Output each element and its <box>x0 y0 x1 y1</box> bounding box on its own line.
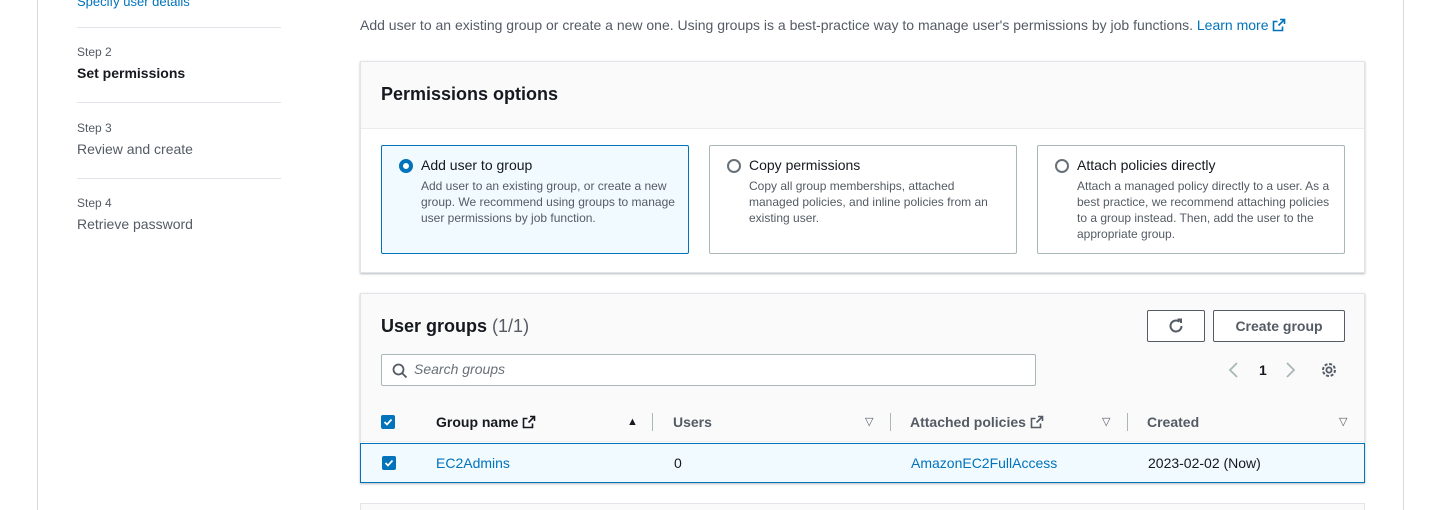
refresh-button[interactable] <box>1147 310 1205 342</box>
learn-more-label: Learn more <box>1196 17 1269 33</box>
column-separator[interactable] <box>890 413 891 431</box>
panel-header: Permissions options <box>361 62 1364 129</box>
table-header: Group name ▲ Users ▽ Attached policies ▽… <box>361 402 1364 442</box>
sort-ascending-icon[interactable]: ▲ <box>627 402 638 442</box>
option-description: Copy all group memberships, attached man… <box>749 179 988 225</box>
current-page[interactable]: 1 <box>1259 362 1267 378</box>
sort-icon[interactable]: ▽ <box>1339 402 1347 442</box>
intro-text: Add user to an existing group or create … <box>360 17 1193 33</box>
policy-link[interactable]: AmazonEC2FullAccess <box>911 444 1057 482</box>
refresh-icon <box>1169 318 1183 333</box>
column-separator[interactable] <box>1127 413 1128 431</box>
column-label: Attached policies <box>910 414 1026 430</box>
search-groups-field[interactable] <box>381 354 1036 386</box>
user-groups-panel: User groups (1/1) Create group 1 Group n… <box>360 293 1365 483</box>
learn-more-link[interactable]: Learn more <box>1197 17 1287 33</box>
next-panel-edge <box>360 503 1365 510</box>
step-divider <box>77 27 281 28</box>
step-number: Step 3 <box>77 121 112 135</box>
table-row[interactable]: EC2Admins 0 AmazonEC2FullAccess 2023-02-… <box>360 443 1365 483</box>
create-group-button[interactable]: Create group <box>1213 310 1345 342</box>
step-name: Retrieve password <box>77 216 193 232</box>
column-created[interactable]: Created <box>1147 402 1199 442</box>
column-attached-policies[interactable]: Attached policies <box>910 402 1044 442</box>
panel-title: User groups (1/1) <box>381 316 529 337</box>
external-link-icon <box>1273 18 1286 32</box>
page-frame-right <box>1403 0 1404 510</box>
step-divider <box>77 102 281 103</box>
checkbox-checked-icon <box>383 418 393 426</box>
step-number: Step 4 <box>77 196 112 210</box>
radio-selected-icon[interactable] <box>399 159 413 173</box>
select-all-checkbox[interactable] <box>381 415 395 429</box>
option-attach-policies-directly[interactable]: Attach policies directly Attach a manage… <box>1037 145 1345 254</box>
option-description: Attach a managed policy directly to a us… <box>1077 179 1330 241</box>
step-review-and-create[interactable]: Step 3 Review and create <box>77 121 281 157</box>
page-frame-left <box>37 0 38 510</box>
groups-title: User groups <box>381 316 488 336</box>
search-input[interactable] <box>414 361 1014 377</box>
pagination: 1 <box>1227 360 1297 380</box>
group-name-link[interactable]: EC2Admins <box>436 444 510 482</box>
step-1-link[interactable]: Specify user details <box>77 0 190 9</box>
settings-gear-icon[interactable] <box>1320 361 1338 379</box>
option-copy-permissions[interactable]: Copy permissions Copy all group membersh… <box>709 145 1017 254</box>
checkbox-checked-icon <box>384 459 394 467</box>
option-add-user-to-group[interactable]: Add user to group Add user to an existin… <box>381 145 689 254</box>
chevron-left-icon[interactable] <box>1227 360 1241 380</box>
column-label: Group name <box>436 414 519 430</box>
step-retrieve-password[interactable]: Step 4 Retrieve password <box>77 196 281 232</box>
radio-icon[interactable] <box>1055 159 1069 173</box>
column-users[interactable]: Users <box>673 402 712 442</box>
groups-count: (1/1) <box>492 316 530 336</box>
step-name: Review and create <box>77 141 193 157</box>
permissions-options-panel: Permissions options Add user to group Ad… <box>360 61 1365 273</box>
radio-icon[interactable] <box>727 159 741 173</box>
sort-icon[interactable]: ▽ <box>1102 402 1110 442</box>
chevron-right-icon[interactable] <box>1283 360 1297 380</box>
column-separator[interactable] <box>652 413 653 431</box>
panel-title: Permissions options <box>381 84 559 104</box>
users-count: 0 <box>674 455 682 471</box>
search-icon <box>392 363 408 379</box>
option-description: Add user to an existing group, or create… <box>421 179 675 225</box>
column-group-name[interactable]: Group name <box>436 402 536 442</box>
external-link-icon <box>1030 415 1044 429</box>
option-title: Copy permissions <box>749 157 861 173</box>
created-date: 2023-02-02 (Now) <box>1148 455 1261 471</box>
sort-icon[interactable]: ▽ <box>865 402 873 442</box>
external-link-icon <box>523 415 536 429</box>
option-title: Attach policies directly <box>1077 157 1216 173</box>
step-name: Set permissions <box>77 65 186 81</box>
intro-description: Add user to an existing group or create … <box>360 17 1286 33</box>
step-divider <box>77 178 281 179</box>
step-set-permissions[interactable]: Step 2 Set permissions <box>77 45 281 81</box>
row-checkbox[interactable] <box>382 456 396 470</box>
step-number: Step 2 <box>77 45 112 59</box>
option-title: Add user to group <box>421 157 533 173</box>
